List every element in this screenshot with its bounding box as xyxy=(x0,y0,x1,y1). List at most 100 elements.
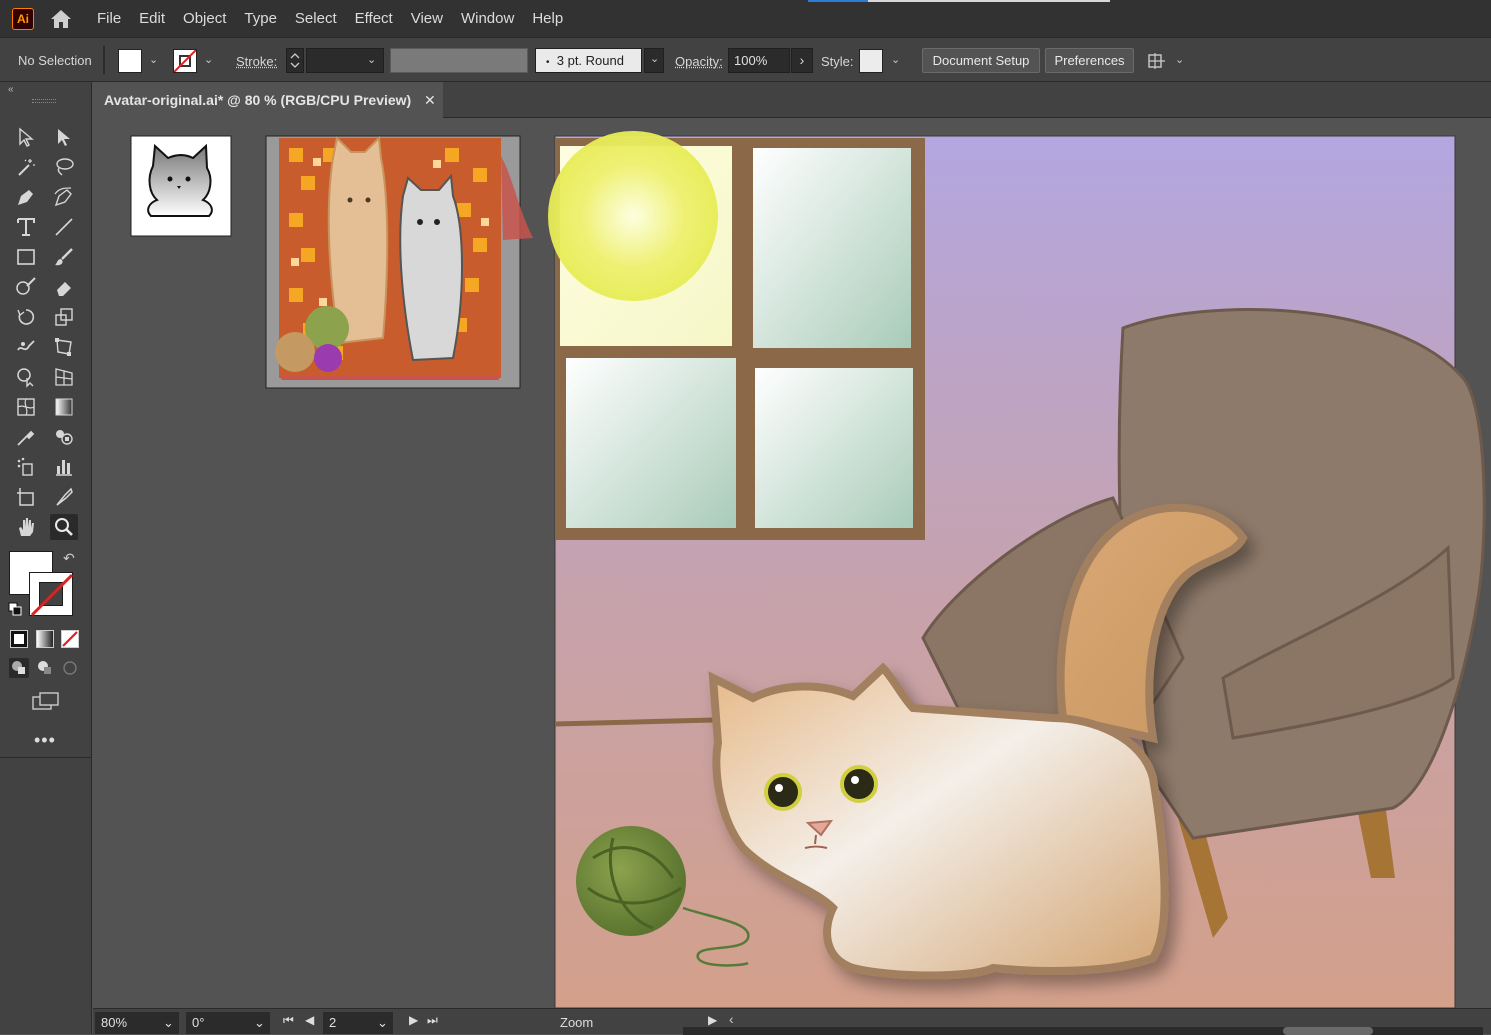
lasso-icon[interactable] xyxy=(50,154,78,180)
panel-grip[interactable] xyxy=(32,99,56,103)
style-swatch[interactable] xyxy=(859,49,883,73)
collapse-panel-icon[interactable]: « xyxy=(8,84,14,95)
fill-dropdown-chevron-icon[interactable]: ⌄ xyxy=(149,53,158,66)
menu-select[interactable]: Select xyxy=(286,10,346,27)
blend-icon[interactable] xyxy=(50,424,78,450)
menu-bar: Ai File Edit Object Type Select Effect V… xyxy=(0,0,1491,37)
document-setup-button[interactable]: Document Setup xyxy=(922,48,1040,73)
preferences-button[interactable]: Preferences xyxy=(1045,48,1134,73)
magic-wand-icon[interactable] xyxy=(12,154,40,180)
type-icon[interactable] xyxy=(12,214,40,240)
zoom-icon[interactable] xyxy=(50,514,78,540)
menu-help[interactable]: Help xyxy=(523,10,572,27)
mesh-icon[interactable] xyxy=(12,394,40,420)
control-bar: No Selection ⌄ ⌄ Stroke: ⌄ • 3 pt. Round… xyxy=(0,37,1491,82)
shaper-icon[interactable] xyxy=(12,274,40,300)
rotate-view-value: 0° xyxy=(192,1015,204,1030)
rotate-icon[interactable] xyxy=(12,304,40,330)
scroll-left-icon[interactable]: ‹ xyxy=(729,1011,734,1027)
previous-artboard-icon[interactable]: ◀ xyxy=(305,1013,314,1027)
paintbrush-icon[interactable] xyxy=(50,244,78,270)
artboard-number-field[interactable]: 2 ⌄ xyxy=(323,1012,393,1034)
selection-icon[interactable] xyxy=(12,124,40,150)
eraser-icon[interactable] xyxy=(50,274,78,300)
document-tab-bar: Avatar-original.ai* @ 80 % (RGB/CPU Prev… xyxy=(93,82,1491,118)
edit-toolbar-icon[interactable]: ••• xyxy=(34,730,56,751)
last-artboard-icon[interactable]: ⏭ xyxy=(427,1013,438,1028)
none-mode-icon[interactable] xyxy=(61,630,79,648)
menu-type[interactable]: Type xyxy=(235,10,286,27)
symbol-sprayer-icon[interactable] xyxy=(12,454,40,480)
zoom-chevron-icon[interactable]: ⌄ xyxy=(163,1012,174,1034)
stroke-swatch[interactable] xyxy=(173,49,197,73)
stroke-weight-stepper[interactable] xyxy=(286,48,304,73)
title-accent-2 xyxy=(868,0,1110,2)
arrange-chevron-icon[interactable]: ⌄ xyxy=(1175,53,1184,66)
first-artboard-icon[interactable]: ⏮ xyxy=(283,1013,294,1028)
draw-normal-icon[interactable] xyxy=(9,658,29,678)
tools-panel: « ↶ ••• xyxy=(0,82,92,1034)
status-menu-icon[interactable]: ▶ xyxy=(708,1013,717,1027)
menu-object[interactable]: Object xyxy=(174,10,235,27)
menu-view[interactable]: View xyxy=(402,10,452,27)
stroke-weight-chevron-icon[interactable]: ⌄ xyxy=(367,53,376,66)
curvature-icon[interactable] xyxy=(50,184,78,210)
scale-icon[interactable] xyxy=(50,304,78,330)
variable-width-profile[interactable] xyxy=(390,48,528,73)
rotate-view-field[interactable]: 0° ⌄ xyxy=(186,1012,270,1034)
free-transform-icon[interactable] xyxy=(50,334,78,360)
opacity-arrow-icon[interactable]: › xyxy=(791,48,813,73)
home-icon[interactable] xyxy=(48,6,74,32)
swap-fill-stroke-icon[interactable]: ↶ xyxy=(63,550,75,567)
artboard-1-thumbnail[interactable] xyxy=(131,136,231,236)
artwork xyxy=(93,118,1491,1008)
fill-swatch[interactable] xyxy=(118,49,142,73)
warp-icon[interactable] xyxy=(12,334,40,360)
slice-icon[interactable] xyxy=(50,484,78,510)
artboard-2-thumbnail[interactable] xyxy=(266,136,533,388)
document-title: Avatar-original.ai* @ 80 % (RGB/CPU Prev… xyxy=(104,92,411,108)
artboard-chevron-icon[interactable]: ⌄ xyxy=(377,1012,388,1034)
stroke-color-box[interactable] xyxy=(29,572,73,616)
artboard-number-value: 2 xyxy=(329,1015,336,1030)
zoom-level-field[interactable]: 80% ⌄ xyxy=(95,1012,179,1034)
brush-dropdown[interactable]: ⌄ xyxy=(644,48,664,73)
canvas-area[interactable] xyxy=(93,118,1491,1008)
rotate-chevron-icon[interactable]: ⌄ xyxy=(254,1012,265,1034)
stroke-dropdown-chevron-icon[interactable]: ⌄ xyxy=(204,53,213,66)
menu-file[interactable]: File xyxy=(88,10,130,27)
panel-divider xyxy=(0,757,92,758)
gradient-icon[interactable] xyxy=(50,394,78,420)
screen-mode-icon[interactable] xyxy=(31,690,61,712)
menu-window[interactable]: Window xyxy=(452,10,523,27)
brush-definition-field[interactable]: • 3 pt. Round xyxy=(535,48,642,73)
eyedropper-icon[interactable] xyxy=(12,424,40,450)
main-artboard[interactable] xyxy=(548,131,1484,1008)
arrange-documents-icon[interactable] xyxy=(1147,51,1169,71)
menu-edit[interactable]: Edit xyxy=(130,10,174,27)
color-mode-icon[interactable] xyxy=(10,630,28,648)
close-tab-icon[interactable]: ✕ xyxy=(424,82,436,118)
hand-icon[interactable] xyxy=(12,514,40,540)
direct-selection-icon[interactable] xyxy=(50,124,78,150)
perspective-grid-icon[interactable] xyxy=(50,364,78,390)
opacity-label[interactable]: Opacity: xyxy=(675,54,723,69)
gradient-mode-icon[interactable] xyxy=(36,630,54,648)
column-graph-icon[interactable] xyxy=(50,454,78,480)
artboard-icon[interactable] xyxy=(12,484,40,510)
style-dropdown-chevron-icon[interactable]: ⌄ xyxy=(891,53,900,66)
style-label: Style: xyxy=(821,54,854,69)
document-tab[interactable]: Avatar-original.ai* @ 80 % (RGB/CPU Prev… xyxy=(93,82,443,118)
line-icon[interactable] xyxy=(50,214,78,240)
draw-behind-icon[interactable] xyxy=(35,658,55,678)
stroke-label[interactable]: Stroke: xyxy=(236,54,277,69)
menu-effect[interactable]: Effect xyxy=(346,10,402,27)
opacity-field[interactable]: 100% xyxy=(728,48,790,73)
shape-builder-icon[interactable] xyxy=(12,364,40,390)
pen-icon[interactable] xyxy=(12,184,40,210)
next-artboard-icon[interactable]: ▶ xyxy=(409,1013,418,1027)
draw-inside-icon[interactable] xyxy=(60,658,80,678)
default-fill-stroke-icon[interactable] xyxy=(8,602,22,616)
rectangle-icon[interactable] xyxy=(12,244,40,270)
zoom-level-value: 80% xyxy=(101,1015,127,1030)
